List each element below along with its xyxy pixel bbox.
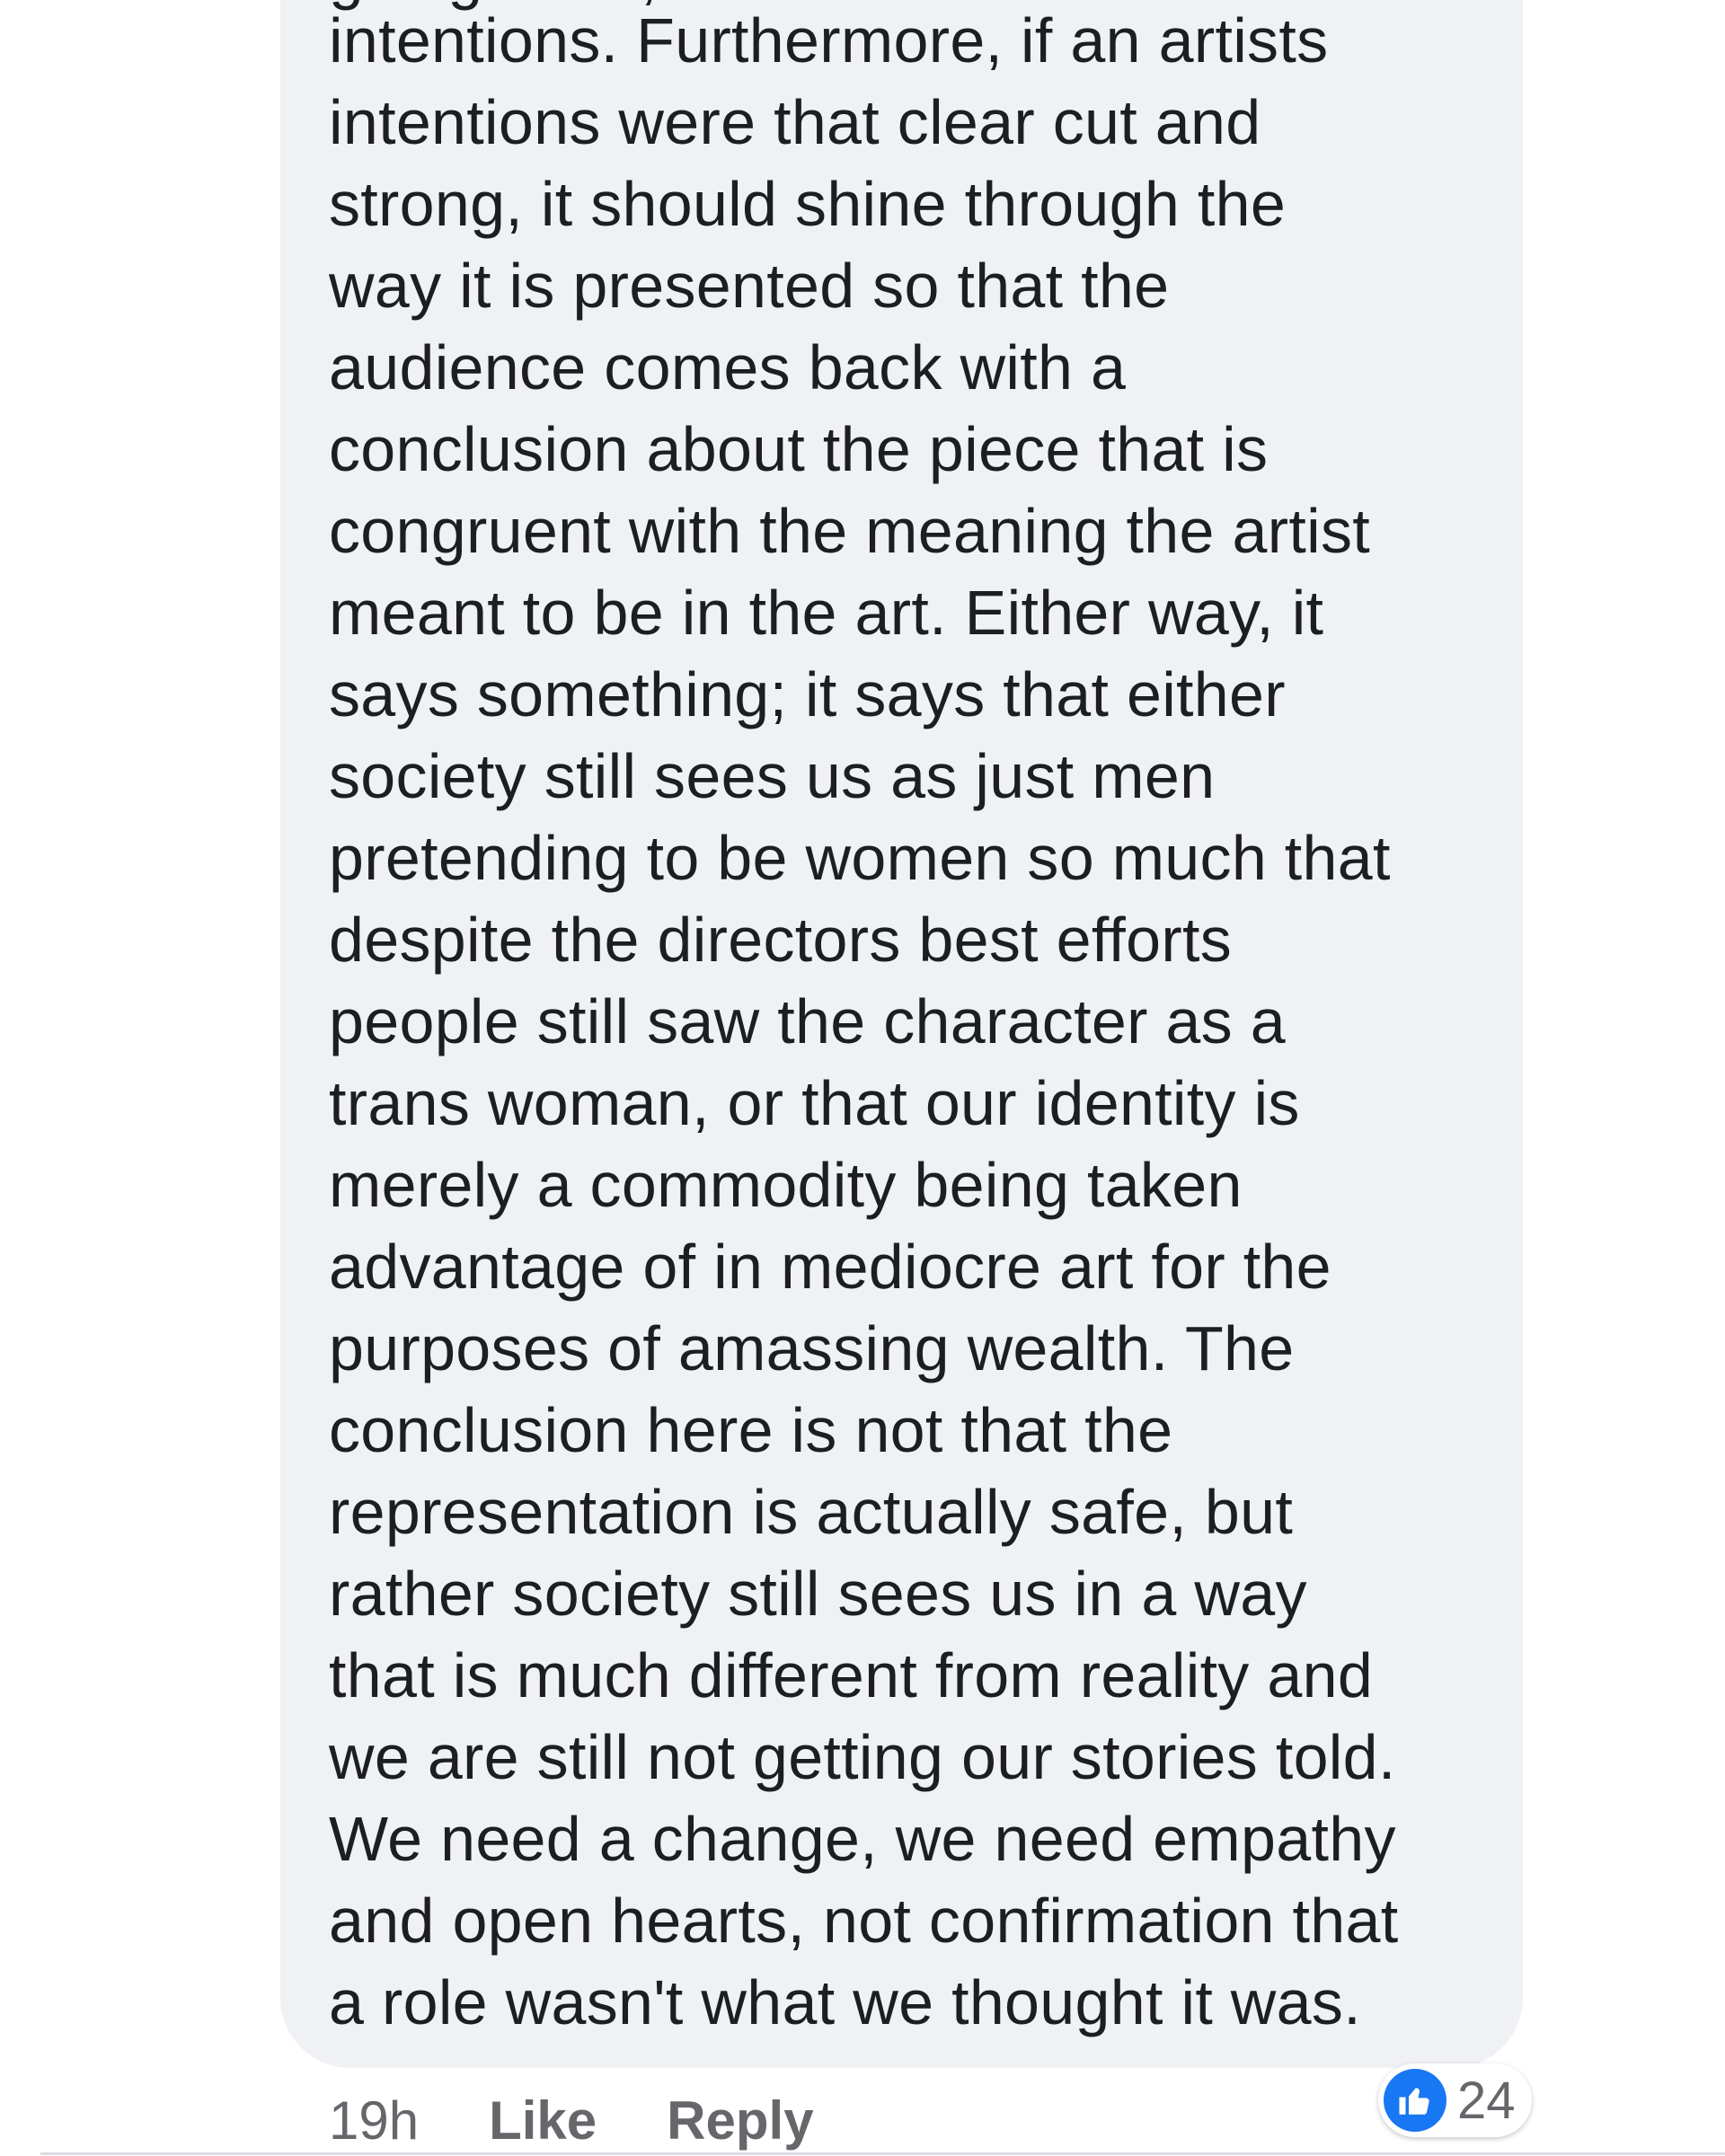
comment-line: and open hearts, not confirmation that (329, 1886, 1399, 1956)
reaction-count: 24 (1457, 2071, 1516, 2130)
comment-line: despite the directors best efforts (329, 905, 1232, 975)
reply-button[interactable]: Reply (667, 2090, 813, 2152)
reaction-summary[interactable]: 24 (1378, 2063, 1532, 2137)
comment-actions: 19h Like Reply (329, 2084, 884, 2156)
comment-line: intentions. Furthermore, if an artists (329, 5, 1329, 75)
comment-line: conclusion about the piece that is (329, 414, 1269, 484)
comment-line: we are still not getting our stories tol… (329, 1722, 1396, 1792)
comment-line: rather society still sees us in a way (329, 1559, 1307, 1629)
comment-line: trans woman, or that our identity is (329, 1068, 1300, 1138)
comment-line: purposes of amassing wealth. The (329, 1313, 1295, 1383)
comment-line: representation is actually safe, but (329, 1477, 1294, 1547)
comment-line: advantage of in mediocre art for the (329, 1232, 1331, 1302)
comment-line: conclusion here is not that the (329, 1395, 1173, 1465)
comment-line: society still sees us as just men (329, 741, 1216, 811)
comment-thread: going to be, and the director's intentio… (0, 0, 1725, 2156)
divider (40, 2152, 1725, 2155)
like-button[interactable]: Like (489, 2090, 597, 2152)
comment-line: congruent with the meaning the artist (329, 496, 1370, 566)
comment-text: intentions. Furthermore, if an artists i… (329, 0, 1399, 2044)
comment-timestamp[interactable]: 19h (329, 2090, 419, 2152)
comment-line: intentions were that clear cut and (329, 87, 1261, 157)
comment-line: audience comes back with a (329, 332, 1127, 402)
thumbs-up-icon (1384, 2069, 1446, 2132)
comment-line: strong, it should shine through the (329, 169, 1287, 239)
comment-line: merely a commodity being taken (329, 1150, 1243, 1220)
comment-line: way it is presented so that the (329, 251, 1170, 321)
comment-line: a role wasn't what we thought it was. (329, 1967, 1361, 2037)
comment-line: pretending to be women so much that (329, 823, 1391, 893)
comment-line: meant to be in the art. Either way, it (329, 578, 1324, 648)
comment-line: that is much different from reality and (329, 1640, 1374, 1710)
comment-line: We need a change, we need empathy (329, 1804, 1396, 1874)
comment-line: people still saw the character as a (329, 986, 1286, 1056)
comment-line: says something; it says that either (329, 659, 1286, 729)
